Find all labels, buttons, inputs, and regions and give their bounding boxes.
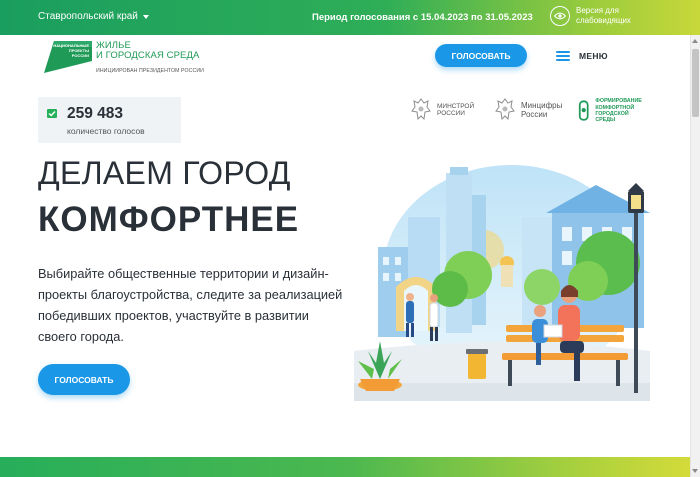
- logo-subtitle: ИНИЦИИРОВАН ПРЕЗИДЕНТОМ РОССИИ: [96, 68, 204, 74]
- national-projects-logo-mark: НАЦИОНАЛЬНЫЕ ПРОЕКТЫ РОССИИ: [44, 41, 92, 73]
- partner-minstroy[interactable]: МИНСТРОЙ РОССИИ: [410, 97, 474, 123]
- formirovanie-line3: ГОРОДСКОЙ СРЕДЫ: [595, 111, 629, 124]
- scrollbar-thumb[interactable]: [692, 49, 699, 117]
- minstroy-line1: МИНСТРОЙ: [437, 102, 475, 110]
- vision-label-line1: Версия для: [576, 6, 619, 15]
- eye-icon: [550, 6, 570, 26]
- scroll-up-icon[interactable]: [692, 39, 698, 43]
- checkmark-icon: [47, 109, 57, 118]
- coat-of-arms-icon: [495, 98, 515, 121]
- votes-count: 259 483: [67, 105, 124, 122]
- logo-title-line2: И ГОРОДСКАЯ СРЕДА: [96, 50, 200, 61]
- votes-counter: 259 483 количество голосов: [38, 97, 181, 143]
- mincifry-line2: России: [521, 110, 548, 119]
- site-header: НАЦИОНАЛЬНЫЕ ПРОЕКТЫ РОССИИ ЖИЛЬЕ И ГОРО…: [0, 35, 700, 87]
- formirovanie-line1: ФОРМИРОВАНИЕ: [595, 98, 642, 105]
- region-label: Ставропольский край: [38, 11, 138, 22]
- voting-period: Период голосования с 15.04.2023 по 31.05…: [312, 12, 533, 23]
- header-vote-button[interactable]: ГОЛОСОВАТЬ: [435, 44, 527, 67]
- region-selector[interactable]: Ставропольский край: [38, 11, 149, 22]
- page-scrollbar[interactable]: [690, 35, 700, 477]
- city-park-illustration: [354, 165, 650, 401]
- minstroy-line2: РОССИИ: [437, 110, 465, 117]
- chevron-down-icon: [142, 15, 149, 19]
- footer-gradient-bar: [0, 457, 700, 477]
- coat-of-arms-icon: [411, 98, 431, 121]
- mincifry-line1: Минцифры: [521, 101, 563, 110]
- hero-title-line1: ДЕЛАЕМ ГОРОД: [38, 155, 291, 191]
- partner-mincifry[interactable]: Минцифры России: [494, 97, 562, 123]
- menu-button[interactable]: МЕНЮ: [556, 51, 608, 61]
- votes-caption: количество голосов: [67, 126, 145, 136]
- logo-mark-text-3: РОССИИ: [71, 53, 89, 58]
- hamburger-icon: [556, 51, 570, 61]
- menu-label: МЕНЮ: [579, 51, 608, 61]
- low-vision-version-link[interactable]: Версия для слабовидящих: [550, 6, 631, 26]
- site-logo[interactable]: НАЦИОНАЛЬНЫЕ ПРОЕКТЫ РОССИИ ЖИЛЬЕ И ГОРО…: [44, 41, 204, 74]
- city-environment-logo-icon: [578, 100, 589, 121]
- hero-title-line2: КОМФОРТНЕЕ: [38, 200, 300, 239]
- scroll-down-icon[interactable]: [692, 469, 698, 473]
- hero-vote-button[interactable]: ГОЛОСОВАТЬ: [38, 364, 130, 395]
- hero-description: Выбирайте общественные территории и диза…: [38, 266, 343, 344]
- partner-formirovanie[interactable]: ФОРМИРОВАНИЕ КОМФОРТНОЙ ГОРОДСКОЙ СРЕДЫ: [578, 98, 643, 124]
- vision-label-line2: слабовидящих: [576, 16, 631, 25]
- top-bar: Ставропольский край Период голосования с…: [0, 0, 700, 35]
